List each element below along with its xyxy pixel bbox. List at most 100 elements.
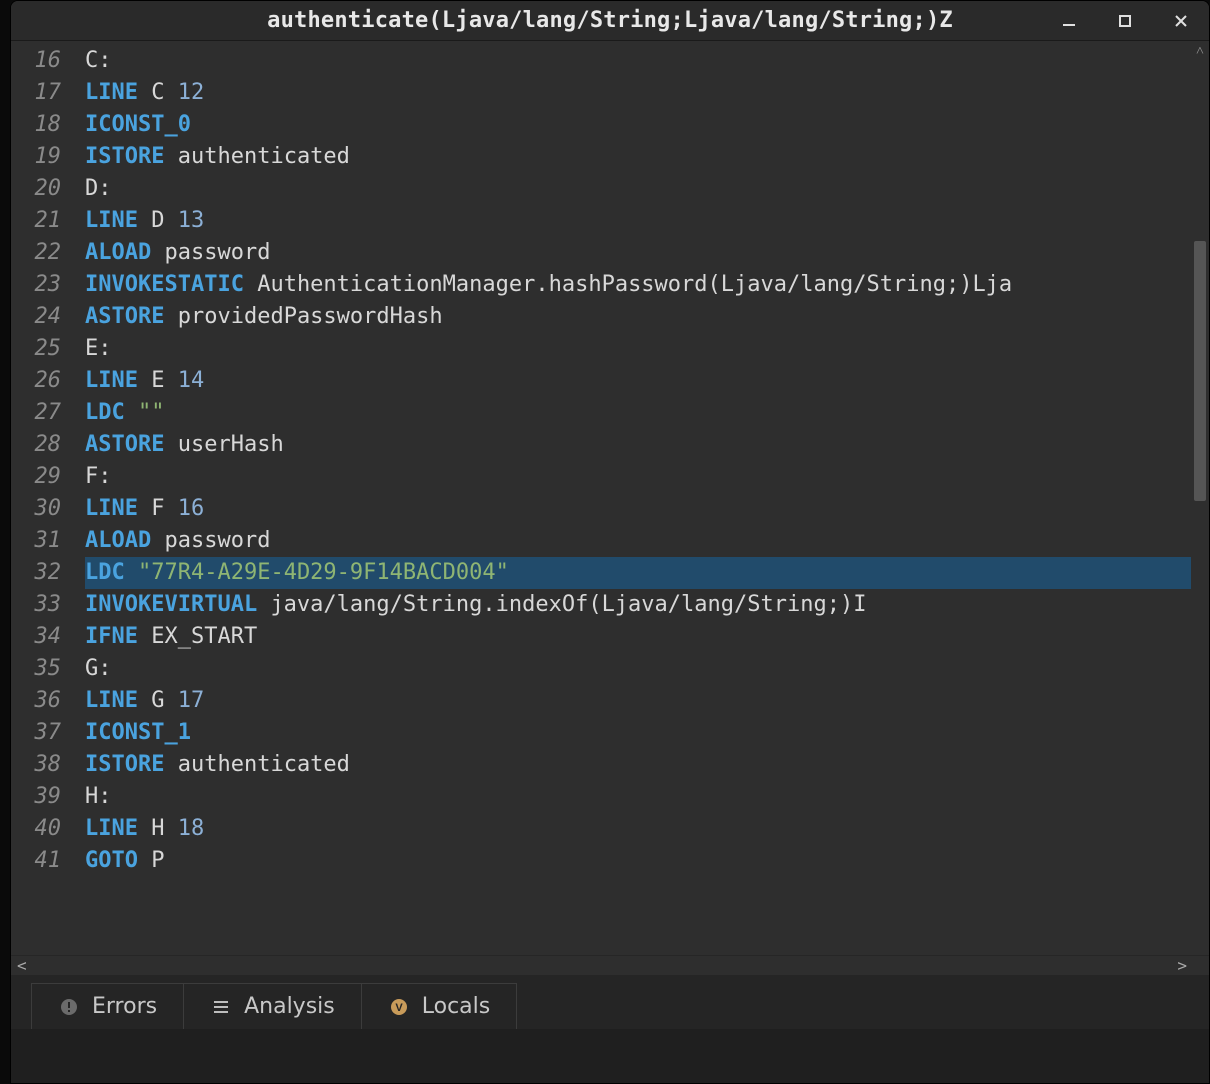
code-line[interactable]: LINE G 17 [85,685,1209,717]
code-line[interactable]: D: [85,173,1209,205]
code-line[interactable]: ALOAD password [85,237,1209,269]
code-line[interactable]: G: [85,653,1209,685]
code-token [138,208,151,233]
code-line[interactable]: H: [85,781,1209,813]
code-line[interactable]: INVOKESTATIC AuthenticationManager.hashP… [85,269,1209,301]
code-token: INVOKESTATIC [85,272,244,297]
line-number: 26 [11,365,61,397]
code-token [164,304,177,329]
code-line[interactable]: LDC "77R4-A29E-4D29-9F14BACD004" [85,557,1209,589]
code-token: 18 [178,816,205,841]
error-icon [58,996,80,1018]
editor-body[interactable]: 1617181920212223242526272829303132333435… [11,41,1209,955]
scroll-right-icon[interactable]: > [1177,956,1187,976]
code-line[interactable]: ICONST_0 [85,109,1209,141]
code-line[interactable]: ISTORE authenticated [85,141,1209,173]
code-token [164,752,177,777]
code-token: authenticated [178,144,350,169]
maximize-button[interactable] [1097,1,1153,40]
code-line[interactable]: LDC "" [85,397,1209,429]
code-token: P [151,848,164,873]
line-number: 23 [11,269,61,301]
code-line[interactable]: E: [85,333,1209,365]
code-token: "77R4-A29E-4D29-9F14BACD004" [138,560,509,585]
code-line[interactable]: C: [85,45,1209,77]
line-number: 16 [11,45,61,77]
code-line[interactable]: GOTO P [85,845,1209,877]
code-token: G: [85,656,112,681]
code-token [164,816,177,841]
maximize-icon [1118,14,1132,28]
code-token: LINE [85,496,138,521]
code-token [164,368,177,393]
line-number: 18 [11,109,61,141]
code-token: LINE [85,816,138,841]
scroll-up-icon[interactable]: ˄ [1191,43,1209,60]
code-line[interactable]: INVOKEVIRTUAL java/lang/String.indexOf(L… [85,589,1209,621]
code-line[interactable]: LINE D 13 [85,205,1209,237]
close-icon [1173,13,1189,29]
line-number: 29 [11,461,61,493]
vertical-scrollbar[interactable]: ˄ [1191,41,1209,955]
scroll-left-icon[interactable]: < [17,956,27,976]
bottom-tabs: Errors Analysis V Locals [11,975,1209,1029]
code-token [138,816,151,841]
code-line[interactable]: IFNE EX_START [85,621,1209,653]
line-number: 25 [11,333,61,365]
code-token: AuthenticationManager.hashPassword(Ljava… [257,272,1012,297]
line-number: 20 [11,173,61,205]
tab-analysis-label: Analysis [244,994,335,1019]
code-token: java/lang/String.indexOf(Ljava/lang/Stri… [270,592,866,617]
code-token [138,496,151,521]
code-token: password [164,240,270,265]
code-token [257,592,270,617]
tab-analysis[interactable]: Analysis [183,983,362,1029]
line-number: 27 [11,397,61,429]
code-line[interactable]: ASTORE providedPasswordHash [85,301,1209,333]
code-token: "" [138,400,165,425]
horizontal-scrollbar[interactable]: < > [11,955,1209,975]
code-token: EX_START [151,624,257,649]
code-token: ISTORE [85,752,164,777]
code-line[interactable]: LINE E 14 [85,365,1209,397]
code-token [164,432,177,457]
code-line[interactable]: ICONST_1 [85,717,1209,749]
code-line[interactable]: F: [85,461,1209,493]
code-token: H: [85,784,112,809]
code-line[interactable]: LINE C 12 [85,77,1209,109]
line-number: 32 [11,557,61,589]
code-token: ASTORE [85,304,164,329]
tab-errors-label: Errors [92,994,157,1019]
code-token: ICONST_1 [85,720,191,745]
code-line[interactable]: LINE H 18 [85,813,1209,845]
titlebar: authenticate(Ljava/lang/String;Ljava/lan… [11,1,1209,41]
line-number: 33 [11,589,61,621]
code-line[interactable]: LINE F 16 [85,493,1209,525]
bottom-panel [11,1029,1209,1083]
minimize-button[interactable] [1041,1,1097,40]
line-number: 40 [11,813,61,845]
tab-locals[interactable]: V Locals [361,983,517,1029]
code-token: ALOAD [85,240,151,265]
code-token: LINE [85,80,138,105]
line-number: 35 [11,653,61,685]
code-line[interactable]: ISTORE authenticated [85,749,1209,781]
code-token [125,560,138,585]
code-token: 16 [178,496,205,521]
code-token: authenticated [178,752,350,777]
close-button[interactable] [1153,1,1209,40]
code-token: F: [85,464,112,489]
code-token: INVOKEVIRTUAL [85,592,257,617]
code-token: password [164,528,270,553]
code-token: userHash [178,432,284,457]
tab-errors[interactable]: Errors [31,983,184,1029]
code-line[interactable]: ALOAD password [85,525,1209,557]
line-number: 30 [11,493,61,525]
code-token: ASTORE [85,432,164,457]
code-token: C [151,80,164,105]
code-line[interactable]: ASTORE userHash [85,429,1209,461]
code-area[interactable]: C:LINE C 12ICONST_0ISTORE authenticatedD… [71,41,1209,955]
code-token: G [151,688,164,713]
svg-text:V: V [395,1002,403,1014]
scrollbar-thumb[interactable] [1194,241,1206,501]
